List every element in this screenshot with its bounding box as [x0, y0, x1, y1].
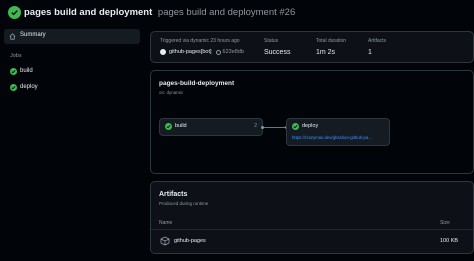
- success-check-icon: [10, 84, 17, 91]
- column-header-size: Size: [440, 220, 450, 226]
- workflow-name[interactable]: pages build and deployment: [24, 7, 152, 18]
- artifacts-count-value: 1: [368, 49, 372, 56]
- success-check-icon: [165, 123, 172, 130]
- artifacts-title: Artifacts: [159, 191, 188, 198]
- job-name: build: [175, 123, 187, 129]
- artifacts-count-label: Artifacts: [368, 38, 387, 44]
- sidebar-item-label: Summary: [20, 32, 46, 38]
- artifacts-card: Artifacts Produced during runtime Name S…: [150, 181, 474, 254]
- artifacts-subtitle: Produced during runtime: [159, 201, 209, 206]
- artifact-row: github-pages 100 KB: [151, 230, 473, 252]
- artifact-name-link[interactable]: github-pages: [174, 238, 206, 244]
- job-name: deploy: [302, 123, 319, 129]
- duration-value: 1m 2s: [316, 49, 336, 56]
- sidebar: Summary Jobs build deploy: [0, 26, 148, 261]
- job-duration: 2: [254, 123, 257, 129]
- trigger-section: Triggered via dynamic 23 hours ago githu…: [160, 38, 244, 55]
- status-value: Success: [264, 49, 291, 56]
- package-icon: [160, 236, 170, 246]
- success-check-icon: [10, 68, 17, 75]
- commit-icon: [215, 49, 221, 55]
- status-label: Status: [264, 38, 279, 44]
- run-title: pages build and deployment #26: [157, 7, 296, 18]
- sidebar-item-build[interactable]: build: [4, 65, 140, 78]
- sidebar-item-deploy[interactable]: deploy: [4, 81, 140, 94]
- job-connector: [262, 127, 286, 128]
- sidebar-item-label: build: [20, 68, 33, 74]
- job-node-build[interactable]: build 2: [159, 118, 263, 136]
- jobs-heading: Jobs: [10, 53, 22, 59]
- workflow-trigger: on: dynamic: [159, 90, 184, 95]
- trigger-label: Triggered via dynamic 23 hours ago: [160, 38, 240, 44]
- page-title: pages build and deployment pages build a…: [24, 7, 295, 18]
- workflow-file-title: pages-build-deployment: [159, 80, 235, 87]
- sidebar-item-label: deploy: [20, 84, 38, 90]
- artifacts-count-section: Artifacts 1: [368, 38, 386, 56]
- job-node-deploy[interactable]: deploy https://crazymax.dev/ghaction-git…: [286, 118, 390, 146]
- github-mark-icon: [160, 49, 166, 55]
- trigger-details: github-pages[bot] 623e8db: [160, 49, 244, 55]
- run-header: pages build and deployment pages build a…: [0, 0, 474, 26]
- column-header-name: Name: [159, 220, 173, 226]
- success-check-icon: [8, 6, 21, 19]
- success-check-icon: [292, 123, 299, 130]
- run-summary-card: Triggered via dynamic 23 hours ago githu…: [150, 31, 474, 63]
- status-section: Status Success: [264, 38, 290, 56]
- duration-section: Total duration 1m 2s: [316, 38, 346, 56]
- commit-link[interactable]: 623e8db: [223, 49, 244, 55]
- actor-link[interactable]: github-pages[bot]: [169, 49, 212, 55]
- home-icon: [9, 33, 16, 40]
- sidebar-item-summary[interactable]: Summary: [4, 29, 140, 44]
- connector-dot: [261, 126, 264, 129]
- deployment-url-link[interactable]: https://crazymax.dev/ghaction-github-pa.…: [292, 135, 372, 140]
- artifact-size: 100 KB: [440, 238, 459, 244]
- duration-label: Total duration: [316, 38, 347, 44]
